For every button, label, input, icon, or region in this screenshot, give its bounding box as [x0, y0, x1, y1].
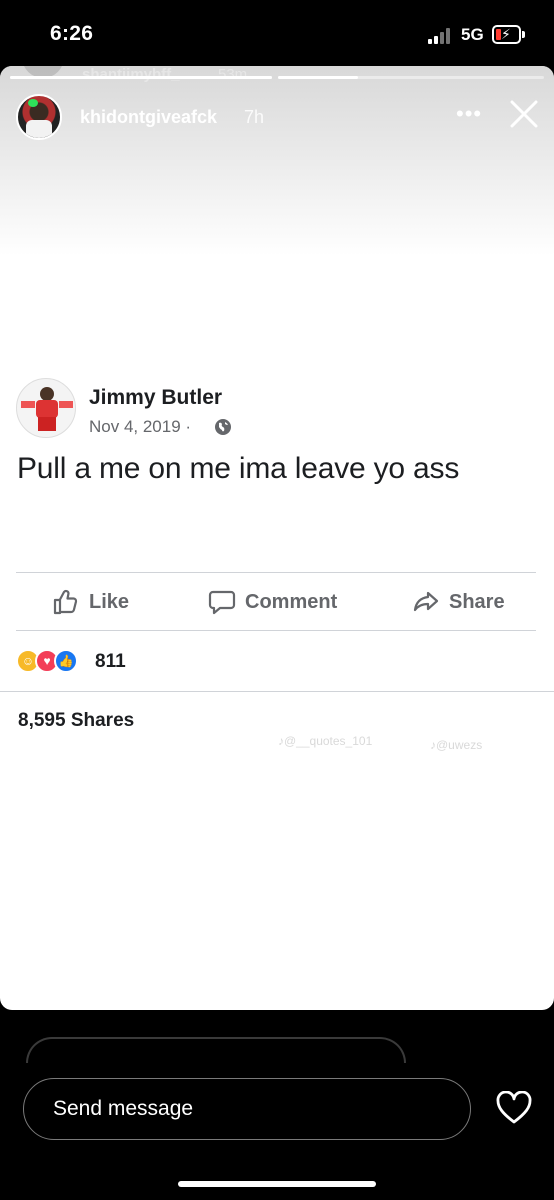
comment-icon: [208, 590, 236, 615]
battery-icon: ⚡: [492, 25, 521, 44]
story-user-avatar[interactable]: [16, 94, 62, 140]
share-count: 8,595 Shares: [18, 710, 135, 731]
story-progress-segment: [10, 76, 272, 79]
story-username[interactable]: khidontgiveafck: [80, 107, 217, 128]
comment-button: Comment: [208, 576, 337, 628]
status-bar: 6:26 5G ⚡: [0, 0, 554, 66]
thumbs-up-icon: [53, 589, 78, 615]
post-text: Pull a me on me ima leave yo ass: [17, 452, 460, 485]
post-divider: [16, 630, 536, 631]
reply-sheet-handle: [26, 1037, 406, 1063]
comment-label: Comment: [245, 590, 338, 613]
home-indicator[interactable]: [178, 1181, 376, 1187]
cellular-signal-icon: [428, 28, 454, 44]
like-button: Like: [52, 576, 129, 628]
battery-tip: [522, 31, 525, 38]
post-divider: [0, 691, 554, 692]
post-author-avatar: [16, 378, 76, 438]
heart-icon[interactable]: [496, 1091, 532, 1125]
tiktok-watermark: ♪@__quotes_101: [278, 734, 373, 748]
story-header: khidontgiveafck 7h •••: [16, 94, 546, 140]
status-time: 6:26: [50, 22, 94, 45]
post-date: Nov 4, 2019 ·: [89, 417, 192, 436]
share-arrow-icon: [413, 591, 439, 612]
tiktok-watermark: ♪@uwezs: [430, 738, 483, 752]
previous-story-user: shantiimybff_: [82, 66, 180, 83]
send-message-placeholder: Send message: [53, 1097, 194, 1120]
network-type: 5G: [461, 25, 484, 44]
post-author-name: Jimmy Butler: [89, 386, 223, 409]
reaction-count: 811: [95, 651, 126, 672]
share-button: Share: [412, 576, 505, 628]
story-progress-fill: [10, 76, 272, 79]
previous-story-time: 53m: [218, 66, 248, 83]
post-actions: Like Comment Share: [0, 576, 554, 628]
share-label: Share: [449, 590, 505, 613]
charging-bolt-icon: ⚡: [501, 26, 511, 42]
close-icon[interactable]: [508, 98, 540, 130]
reactions-summary: ☺ ♥ 👍 811: [16, 648, 216, 674]
story-progress-segment: [278, 76, 544, 79]
ellipsis-icon[interactable]: •••: [456, 103, 484, 125]
post-divider: [16, 572, 536, 573]
story-card[interactable]: shantiimybff_ 53m khidontgiveafck 7h •••…: [0, 66, 554, 1010]
send-message-input[interactable]: Send message: [23, 1078, 471, 1140]
like-reaction-icon: 👍: [54, 649, 78, 673]
story-time-ago: 7h: [244, 107, 265, 127]
like-label: Like: [89, 590, 130, 613]
globe-icon: [215, 419, 231, 435]
story-progress-fill: [278, 76, 358, 79]
